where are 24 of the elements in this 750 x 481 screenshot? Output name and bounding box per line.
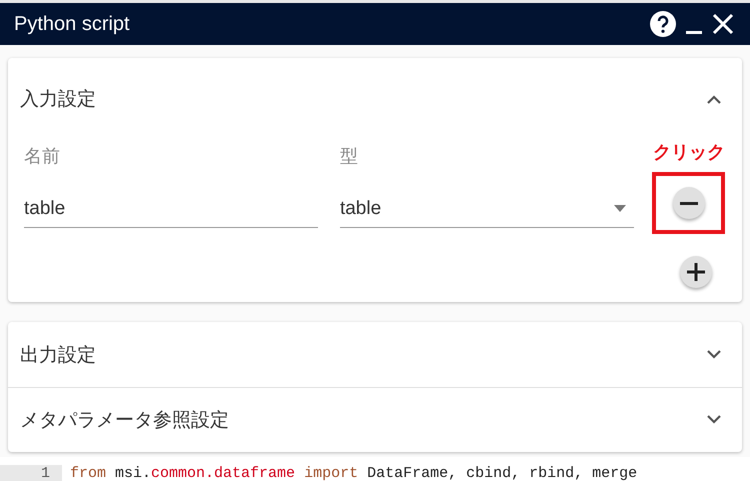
help-icon [650,11,676,37]
close-button[interactable] [712,13,734,35]
select-field[interactable]: table [340,190,634,228]
chevron-icon [706,94,722,104]
minimize-icon [686,31,702,34]
input-field[interactable]: table [24,190,318,228]
remove-button[interactable] [672,187,705,219]
window-title: Python script [14,12,131,36]
chevron-icon [706,350,722,360]
add-button[interactable] [680,256,712,288]
annotation-label: クリック [652,141,725,164]
plus-icon [687,263,705,281]
minus-icon [680,202,698,204]
code-line: from msi.common.dataframe import DataFrame, cbind, rbind, merge [69,464,638,481]
chevron-icon [706,415,722,425]
section-header[interactable]: メタパラメータ参照設定 [8,387,742,452]
dropdown-caret-icon [614,205,626,212]
section-header[interactable]: 入力設定 [8,58,742,140]
help-button[interactable] [650,11,676,37]
line-number: 1 [0,464,62,481]
section-header[interactable]: 出力設定 [8,322,742,387]
field-label: 型 [340,145,359,168]
close-icon [712,13,734,35]
field-label: 名前 [24,145,61,168]
